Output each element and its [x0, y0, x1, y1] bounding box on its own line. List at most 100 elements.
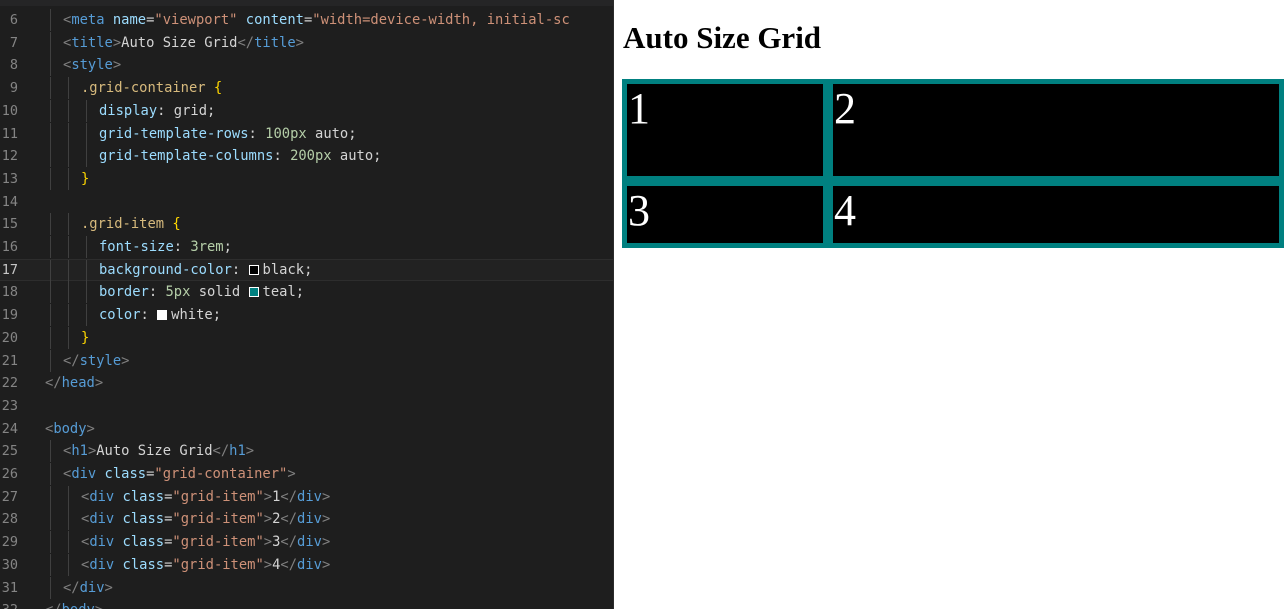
code-token: div	[297, 488, 322, 505]
code-token: >	[121, 352, 130, 369]
code-text: <h1>Auto Size Grid</h1>	[63, 440, 254, 462]
code-token: "grid-item"	[172, 556, 264, 573]
indent-guide	[86, 304, 87, 327]
code-token: </	[45, 602, 62, 609]
code-token: }	[81, 329, 90, 346]
code-line[interactable]: 8 <style>	[0, 54, 613, 77]
code-line[interactable]: 9 .grid-container {	[0, 77, 613, 100]
code-text: display: grid;	[99, 100, 215, 122]
color-swatch[interactable]	[157, 310, 168, 321]
code-line[interactable]: 31 </div>	[0, 576, 613, 599]
code-line[interactable]: 10 display: grid;	[0, 99, 613, 122]
indent-guide	[68, 553, 69, 576]
code-token: grid-template-columns	[99, 148, 274, 165]
page-title: Auto Size Grid	[623, 20, 822, 55]
code-token: </	[63, 579, 80, 596]
code-line[interactable]: 11 grid-template-rows: 100px auto;	[0, 122, 613, 145]
code-token: </	[280, 534, 298, 551]
code-text: color: white;	[99, 304, 221, 326]
code-token: grid-template-rows	[99, 125, 249, 142]
code-text: }	[81, 168, 89, 190]
line-number: 6	[9, 12, 18, 28]
line-number: 7	[9, 34, 18, 51]
code-line[interactable]: 32 </body>	[0, 599, 613, 609]
code-token: : grid;	[157, 102, 216, 119]
code-token: </	[280, 556, 298, 573]
indent-guide	[68, 77, 69, 100]
code-line[interactable]: 13}	[0, 167, 613, 190]
color-swatch[interactable]	[248, 287, 259, 298]
code-token: >	[263, 534, 273, 551]
code-text: border: 5px solid teal;	[99, 281, 304, 303]
line-number: 14	[1, 193, 18, 210]
code-line[interactable]: 16 font-size: 3rem;	[0, 236, 613, 258]
code-line[interactable]: 6 <meta name="viewport" content="width=de…	[0, 9, 613, 31]
indent-guide	[50, 213, 51, 236]
indent-guide	[50, 167, 51, 190]
indent-guide	[50, 349, 51, 372]
code-line[interactable]: 28 <div class="grid-item">2</div>	[0, 508, 613, 531]
indent-guide	[68, 236, 69, 258]
code-line[interactable]: 30 <div class="grid-item">4</div>	[0, 553, 613, 576]
code-line[interactable]: 25 <h1>Auto Size Grid</h1>	[0, 440, 613, 463]
code-token: background-color	[99, 261, 232, 278]
code-token: {	[172, 216, 181, 233]
code-line[interactable]: 14	[0, 191, 613, 213]
code-line[interactable]: 18 border: 5px solid teal;	[0, 281, 613, 304]
code-token: solid	[190, 284, 249, 301]
line-number: 21	[1, 352, 18, 369]
indent-guide	[86, 145, 87, 168]
indent-guide	[68, 304, 69, 327]
code-line[interactable]: 24 <body>	[0, 418, 613, 440]
code-line[interactable]: 20}	[0, 326, 613, 349]
indent-guide	[68, 531, 69, 554]
code-token: :	[148, 284, 166, 301]
code-token: color	[99, 307, 141, 324]
code-token: body	[53, 420, 87, 437]
code-token: >	[321, 488, 331, 505]
code-token: ;	[223, 239, 232, 255]
code-token: style	[71, 57, 113, 74]
code-text: }	[81, 327, 89, 349]
code-line[interactable]: 21 </style>	[0, 349, 613, 372]
line-number: 17	[1, 261, 18, 278]
code-line[interactable]: 7 <title>Auto Size Grid</title>	[0, 31, 613, 54]
code-token: border	[99, 284, 149, 301]
code-token: </	[212, 443, 230, 460]
line-number: 9	[9, 80, 18, 97]
indent-guide	[50, 99, 51, 122]
code-token: "grid-item"	[172, 511, 264, 528]
code-line[interactable]: 17 background-color: black;	[0, 258, 613, 282]
code-line[interactable]: 15 .grid-item {	[0, 213, 613, 236]
code-token: </	[63, 352, 80, 369]
indent-guide	[50, 9, 51, 31]
code-editor[interactable]: 6 <meta name="viewport" content="width=de…	[0, 0, 614, 609]
code-line[interactable]: 19 color: white;	[0, 304, 613, 327]
code-text: <title>Auto Size Grid</title>	[63, 32, 304, 54]
line-number: 8	[9, 57, 18, 74]
line-number: 12	[1, 148, 18, 165]
code-token: "grid-item"	[172, 534, 264, 551]
code-line[interactable]: 26 <div class="grid-container">	[0, 463, 613, 485]
color-swatch[interactable]	[248, 264, 259, 275]
code-text: <div class="grid-container">	[63, 463, 296, 485]
code-text: grid-template-columns: 200px auto;	[99, 145, 381, 167]
code-text: grid-template-rows: 100px auto;	[99, 123, 357, 145]
code-line[interactable]: 29 <div class="grid-item">3</div>	[0, 531, 613, 554]
indent-guide	[68, 485, 69, 508]
line-number: 22	[1, 375, 18, 392]
code-line[interactable]: 12 grid-template-columns: 200px auto;	[0, 145, 613, 168]
indent-guide	[50, 440, 51, 463]
code-token: class	[122, 534, 165, 551]
line-number: 26	[1, 466, 18, 482]
code-line[interactable]: 23	[0, 395, 613, 417]
line-number: 11	[1, 125, 18, 142]
indent-guide	[50, 145, 51, 168]
grid-container: 1 2 3 4	[622, 79, 1284, 248]
code-line[interactable]: 27 <div class="grid-item">1</div>	[0, 485, 613, 508]
code-token: {	[213, 80, 223, 97]
code-token: >	[87, 443, 97, 460]
code-line[interactable]: 22 </head>	[0, 372, 613, 394]
